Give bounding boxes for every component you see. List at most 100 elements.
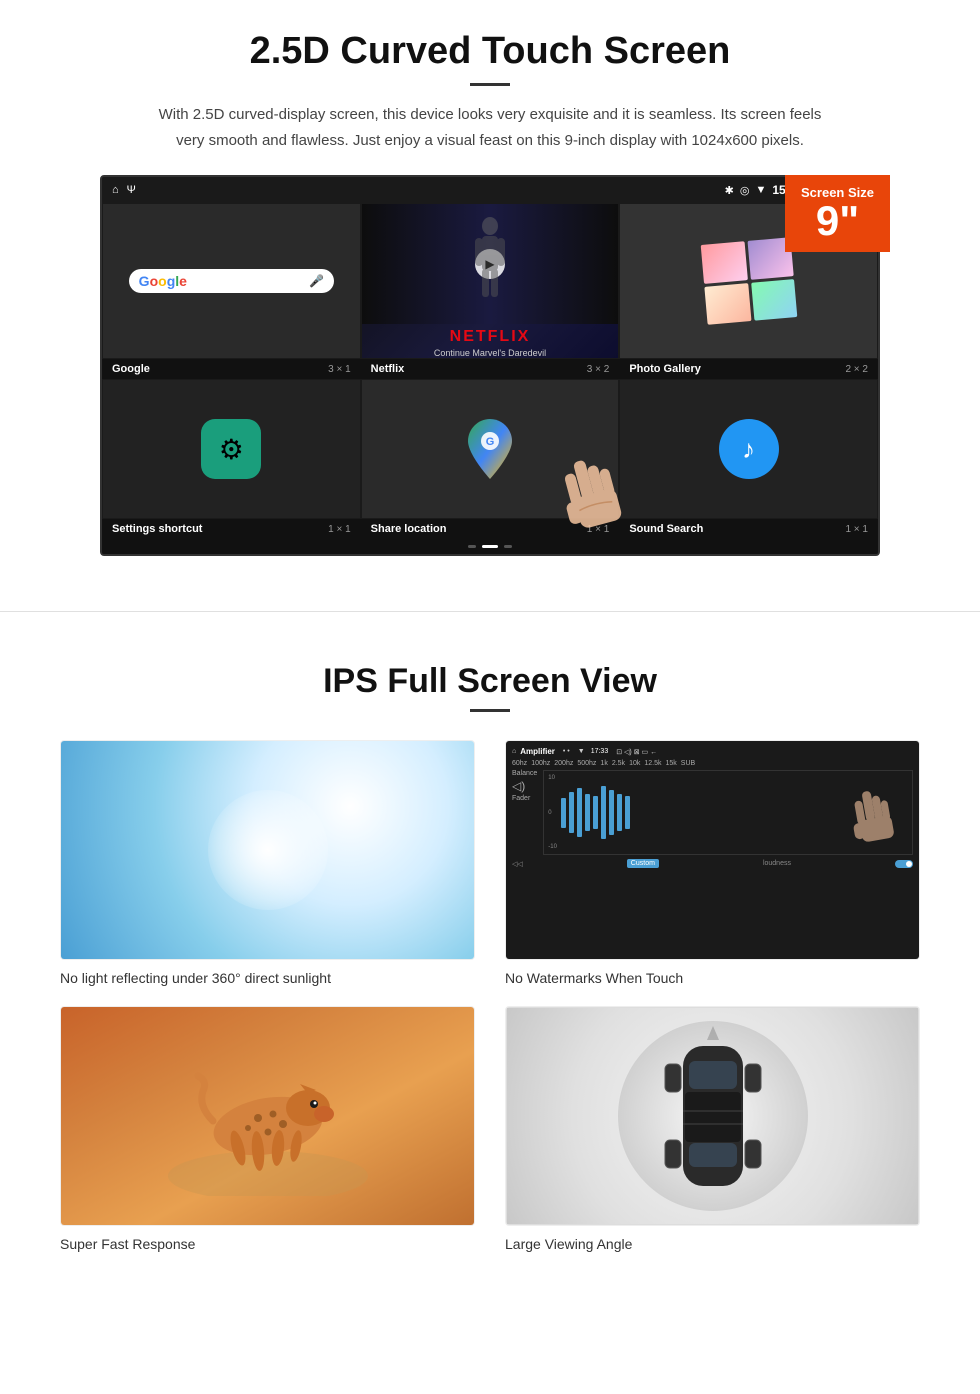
sound-search-content: ♪ bbox=[620, 384, 877, 514]
google-label: Google bbox=[112, 363, 150, 375]
settings-label: Settings shortcut bbox=[112, 523, 202, 535]
gallery-label: Photo Gallery bbox=[629, 363, 701, 375]
gear-icon: ⚙ bbox=[219, 433, 244, 466]
svg-text:G: G bbox=[486, 436, 495, 448]
netflix-logo: NETFLIX bbox=[450, 328, 531, 346]
amp-icons: ⊡ ◁) ⊠ ▭ ← bbox=[616, 748, 657, 756]
section-curved-touch: 2.5D Curved Touch Screen With 2.5D curve… bbox=[0, 0, 980, 581]
gallery-thumb-4 bbox=[750, 279, 797, 321]
sound-search-icon: ♪ bbox=[719, 419, 779, 479]
cheetah-caption: Super Fast Response bbox=[60, 1236, 475, 1252]
google-size: 3 × 1 bbox=[328, 364, 351, 375]
feature-card-amplifier: ⌂ Amplifier • • ▼ 17:33 ⊡ ◁) ⊠ ▭ ← 60hz1… bbox=[505, 740, 920, 986]
screen-size-badge: Screen Size 9" bbox=[785, 175, 890, 252]
device-wrapper: Screen Size 9" ⌂ Ψ ✱ ◎ ▼ 15:06 ⊡ ◁) ⊠ bbox=[100, 175, 880, 556]
sunlight-image bbox=[60, 740, 475, 960]
mic-icon: 🎤 bbox=[309, 274, 324, 288]
netflix-content: ▶ NETFLIX Continue Marvel's Daredevil bbox=[362, 204, 619, 358]
feature-image-grid: No light reflecting under 360° direct su… bbox=[60, 740, 920, 1252]
amp-custom-btn: Custom bbox=[627, 859, 659, 868]
section-ips: IPS Full Screen View No light reflecting… bbox=[0, 642, 980, 1282]
netflix-label: Netflix bbox=[371, 363, 405, 375]
gallery-thumb-1 bbox=[700, 241, 747, 283]
eq-bar-4 bbox=[585, 794, 590, 832]
amp-header: ⌂ Amplifier • • ▼ 17:33 ⊡ ◁) ⊠ ▭ ← bbox=[512, 747, 913, 756]
sunlight-caption: No light reflecting under 360° direct su… bbox=[60, 970, 475, 986]
sunlight-visual bbox=[61, 741, 474, 959]
gallery-stack bbox=[700, 237, 797, 325]
device-frame: ⌂ Ψ ✱ ◎ ▼ 15:06 ⊡ ◁) ⊠ ▭ bbox=[100, 175, 880, 556]
sound-search-label: Sound Search bbox=[629, 523, 703, 535]
amplifier-image: ⌂ Amplifier • • ▼ 17:33 ⊡ ◁) ⊠ ▭ ← 60hz1… bbox=[505, 740, 920, 960]
status-bar: ⌂ Ψ ✱ ◎ ▼ 15:06 ⊡ ◁) ⊠ ▭ bbox=[102, 177, 878, 203]
usb-icon: Ψ bbox=[127, 184, 136, 196]
share-location-content: G bbox=[362, 384, 619, 514]
cheetah-visual bbox=[61, 1007, 474, 1225]
app-labels-row1: Google 3 × 1 Netflix 3 × 2 Photo Gallery… bbox=[102, 359, 878, 379]
gallery-label-row: Photo Gallery 2 × 2 bbox=[619, 359, 878, 379]
feature-card-cheetah: Super Fast Response bbox=[60, 1006, 475, 1252]
app-cell-netflix[interactable]: ▶ NETFLIX Continue Marvel's Daredevil bbox=[361, 203, 620, 359]
hand-pointing-icon bbox=[558, 438, 638, 538]
app-grid-row1: Google 🎤 bbox=[102, 203, 878, 359]
app-grid-row2: ⚙ bbox=[102, 379, 878, 519]
car-caption: Large Viewing Angle bbox=[505, 1236, 920, 1252]
app-cell-sound-search[interactable]: ♪ bbox=[619, 379, 878, 519]
settings-label-row: Settings shortcut 1 × 1 bbox=[102, 519, 361, 539]
amp-dots: • • bbox=[563, 748, 570, 755]
music-note-icon: ♪ bbox=[742, 434, 755, 465]
netflix-subtitle: Continue Marvel's Daredevil bbox=[434, 348, 546, 358]
maps-icon: G bbox=[462, 417, 518, 481]
home-icon: ⌂ bbox=[112, 184, 119, 196]
amp-controls-row: Balance ◁) Fader 100-10 bbox=[512, 770, 913, 855]
amplifier-visual: ⌂ Amplifier • • ▼ 17:33 ⊡ ◁) ⊠ ▭ ← 60hz1… bbox=[506, 741, 919, 959]
app-cell-settings[interactable]: ⚙ bbox=[102, 379, 361, 519]
feature-card-sunlight: No light reflecting under 360° direct su… bbox=[60, 740, 475, 986]
location-icon: ◎ bbox=[740, 184, 750, 197]
eq-bar-3 bbox=[577, 788, 582, 837]
section2-divider bbox=[470, 709, 510, 712]
section-divider bbox=[0, 611, 980, 612]
car-topview-svg bbox=[613, 1016, 813, 1216]
google-label-row: Google 3 × 1 bbox=[102, 359, 361, 379]
bluetooth-icon: ✱ bbox=[725, 184, 734, 197]
sunlight-glow bbox=[208, 790, 328, 910]
settings-content: ⚙ bbox=[103, 384, 360, 514]
eq-bar-7 bbox=[609, 790, 614, 835]
daredevil-silhouette bbox=[465, 214, 515, 304]
eq-bar-1 bbox=[561, 798, 566, 828]
gallery-size: 2 × 2 bbox=[845, 364, 868, 375]
sound-search-size: 1 × 1 bbox=[845, 524, 868, 535]
amp-hand-icon bbox=[848, 780, 908, 850]
google-logo: Google bbox=[139, 273, 187, 289]
netflix-figure: ▶ bbox=[362, 204, 619, 324]
app-cell-share-location[interactable]: G bbox=[361, 379, 620, 519]
gallery-thumb-3 bbox=[704, 283, 751, 325]
pagination bbox=[102, 539, 878, 554]
eq-bar-9 bbox=[625, 796, 630, 830]
sound-search-label-row: Sound Search 1 × 1 bbox=[619, 519, 878, 539]
section1-title: 2.5D Curved Touch Screen bbox=[60, 30, 920, 73]
car-visual bbox=[506, 1007, 919, 1225]
section2-title: IPS Full Screen View bbox=[60, 662, 920, 701]
amp-footer: ◁◁ Custom loudness bbox=[512, 859, 913, 868]
amp-freq-labels: 60hz100hz200hz500hz1k2.5k10k12.5k15kSUB bbox=[512, 760, 913, 767]
settings-icon: ⚙ bbox=[201, 419, 261, 479]
cheetah-image bbox=[60, 1006, 475, 1226]
amplifier-caption: No Watermarks When Touch bbox=[505, 970, 920, 986]
amp-toggle bbox=[895, 860, 913, 868]
app-cell-google[interactable]: Google 🎤 bbox=[102, 203, 361, 359]
netflix-size: 3 × 2 bbox=[587, 364, 610, 375]
status-bar-left: ⌂ Ψ bbox=[112, 184, 136, 196]
cheetah-svg bbox=[138, 1036, 398, 1196]
eq-bar-2 bbox=[569, 792, 574, 833]
pagination-dot-2 bbox=[482, 545, 498, 548]
amp-title: Amplifier bbox=[520, 747, 555, 756]
google-content: Google 🎤 bbox=[103, 216, 360, 346]
amp-nav-left: ◁◁ bbox=[512, 860, 523, 868]
netflix-label-row: Netflix 3 × 2 bbox=[361, 359, 620, 379]
eq-bar-5 bbox=[593, 796, 598, 830]
google-search-bar[interactable]: Google 🎤 bbox=[129, 269, 334, 293]
wifi-icon: ▼ bbox=[755, 184, 766, 196]
settings-size: 1 × 1 bbox=[328, 524, 351, 535]
